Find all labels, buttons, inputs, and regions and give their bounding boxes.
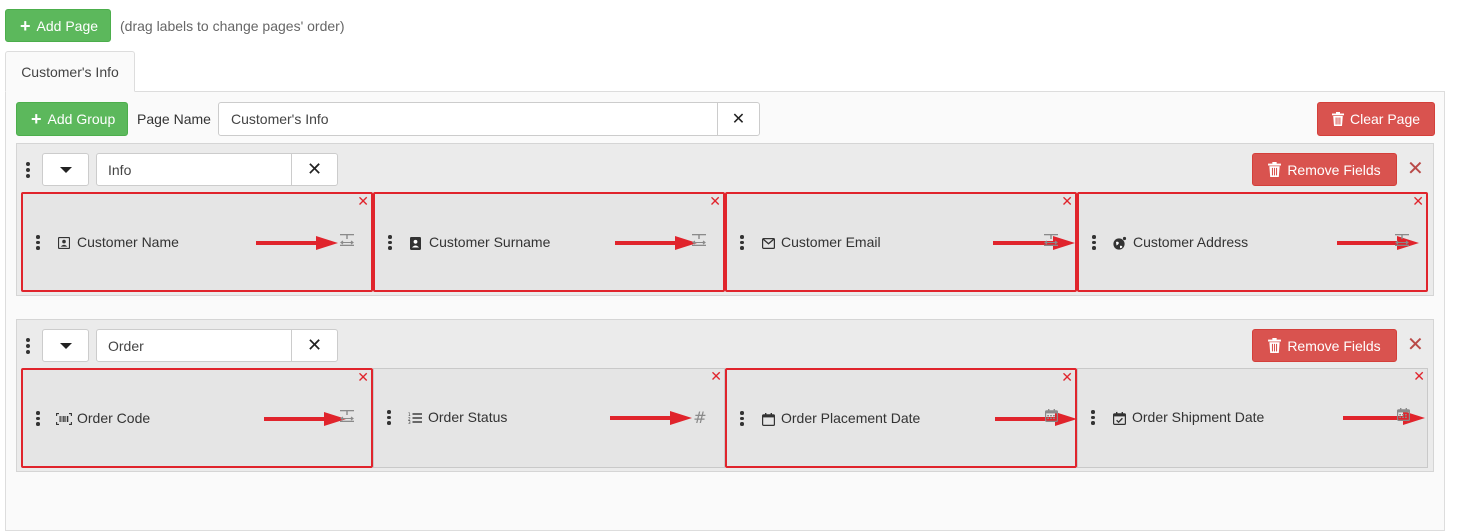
field-label: Order Shipment Date [1132, 409, 1265, 425]
add-page-button[interactable]: + Add Page [5, 9, 112, 42]
text-field-icon[interactable] [1043, 233, 1059, 249]
arrow-icon [995, 412, 1077, 426]
barcode-icon [56, 411, 72, 427]
drag-handle-icon[interactable] [26, 162, 30, 178]
field-label: Customer Address [1133, 234, 1249, 250]
remove-field-icon[interactable]: ✕ [709, 193, 721, 210]
text-field-icon[interactable] [339, 233, 355, 249]
date-calendar-icon[interactable] [1043, 409, 1059, 425]
text-field-icon[interactable] [691, 233, 707, 249]
remove-field-icon[interactable]: ✕ [1061, 369, 1073, 386]
field-card[interactable]: ✕ Customer Name [21, 192, 373, 292]
field-label: Order Placement Date [781, 410, 921, 426]
svg-text:3: 3 [408, 420, 411, 424]
arrow-icon [264, 412, 346, 426]
field-label: Order Status [428, 409, 508, 425]
field-group: ✕ Remove Fields ✕ ✕ Order Code ✕ [16, 319, 1434, 472]
caret-down-icon [59, 342, 72, 349]
remove-group-icon[interactable]: ✕ [1407, 156, 1424, 181]
remove-field-icon[interactable]: ✕ [1412, 193, 1424, 210]
plus-icon: + [20, 15, 31, 36]
text-field-icon[interactable] [1394, 233, 1410, 249]
drag-handle-icon[interactable] [740, 235, 744, 250]
close-icon: ✕ [731, 111, 746, 128]
field-card[interactable]: ✕ 123 Order Status # [373, 368, 725, 468]
group-name-input[interactable] [96, 153, 292, 186]
remove-field-icon[interactable]: ✕ [710, 368, 722, 385]
remove-field-icon[interactable]: ✕ [357, 369, 369, 386]
arrow-icon [610, 411, 692, 425]
field-card[interactable]: ✕ Order Shipment Date [1077, 368, 1428, 468]
field-card[interactable]: ✕ Order Placement Date [725, 368, 1077, 468]
arrow-icon [1343, 411, 1425, 425]
clear-group-name-button[interactable]: ✕ [291, 329, 338, 362]
caret-down-icon [59, 166, 72, 173]
drag-handle-icon[interactable] [388, 235, 392, 250]
trash-icon [1268, 162, 1282, 177]
close-icon: ✕ [306, 159, 323, 179]
plus-icon: + [31, 109, 42, 129]
add-page-label: Add Page [36, 17, 99, 34]
arrow-icon [993, 236, 1075, 250]
envelope-icon [760, 235, 776, 251]
date-calendar-icon[interactable] [1395, 408, 1411, 424]
globe-icon [1112, 235, 1128, 251]
clear-group-name-button[interactable]: ✕ [291, 153, 338, 186]
drag-handle-icon[interactable] [1091, 410, 1095, 425]
remove-field-icon[interactable]: ✕ [357, 193, 369, 210]
remove-field-icon[interactable]: ✕ [1413, 368, 1425, 385]
field-label: Customer Surname [429, 234, 551, 250]
drag-handle-icon[interactable] [36, 235, 40, 250]
clear-page-label: Clear Page [1349, 111, 1421, 127]
drag-handle-icon[interactable] [36, 411, 40, 426]
field-card[interactable]: ✕ Order Code [21, 368, 373, 468]
field-label: Order Code [77, 410, 151, 426]
remove-fields-label: Remove Fields [1287, 337, 1381, 354]
add-group-label: Add Group [47, 111, 116, 127]
tab-label: Customer's Info [21, 63, 119, 80]
address-book-icon [408, 235, 424, 251]
trash-icon [1268, 338, 1282, 353]
drag-handle-icon[interactable] [740, 411, 744, 426]
add-group-button[interactable]: + Add Group [16, 102, 129, 136]
calendar-icon [760, 411, 776, 427]
remove-group-icon[interactable]: ✕ [1407, 332, 1424, 357]
field-card[interactable]: ✕ Customer Email [725, 192, 1077, 292]
field-label: Customer Name [77, 234, 179, 250]
drag-handle-icon[interactable] [26, 338, 30, 354]
arrow-icon [615, 236, 697, 250]
number-hash-icon[interactable]: # [692, 408, 708, 427]
drag-handle-icon[interactable] [1092, 235, 1096, 250]
field-label: Customer Email [781, 234, 881, 250]
clear-page-button[interactable]: Clear Page [1317, 102, 1435, 136]
field-card[interactable]: ✕ Customer Address [1077, 192, 1428, 292]
collapse-toggle-button[interactable] [42, 153, 89, 186]
page-name-input[interactable] [218, 102, 718, 136]
drag-hint-text: (drag labels to change pages' order) [120, 18, 345, 34]
clear-page-name-button[interactable]: ✕ [717, 102, 760, 136]
trash-icon [1331, 112, 1344, 126]
calendar-check-icon [1111, 410, 1127, 426]
tab-customers-info[interactable]: Customer's Info [5, 51, 135, 92]
remove-field-icon[interactable]: ✕ [1061, 193, 1073, 210]
field-card[interactable]: ✕ Customer Surname [373, 192, 725, 292]
page-name-label: Page Name [137, 111, 211, 127]
field-group: ✕ Remove Fields ✕ ✕ Customer Name [16, 143, 1434, 296]
close-icon: ✕ [306, 335, 323, 355]
remove-fields-label: Remove Fields [1287, 161, 1381, 178]
drag-handle-icon[interactable] [387, 410, 391, 425]
arrow-icon [256, 236, 338, 250]
remove-fields-button[interactable]: Remove Fields [1252, 153, 1397, 186]
group-name-input[interactable] [96, 329, 292, 362]
collapse-toggle-button[interactable] [42, 329, 89, 362]
remove-fields-button[interactable]: Remove Fields [1252, 329, 1397, 362]
contact-card-icon [56, 235, 72, 251]
list-icon: 123 [407, 410, 423, 426]
text-field-icon[interactable] [339, 409, 355, 425]
